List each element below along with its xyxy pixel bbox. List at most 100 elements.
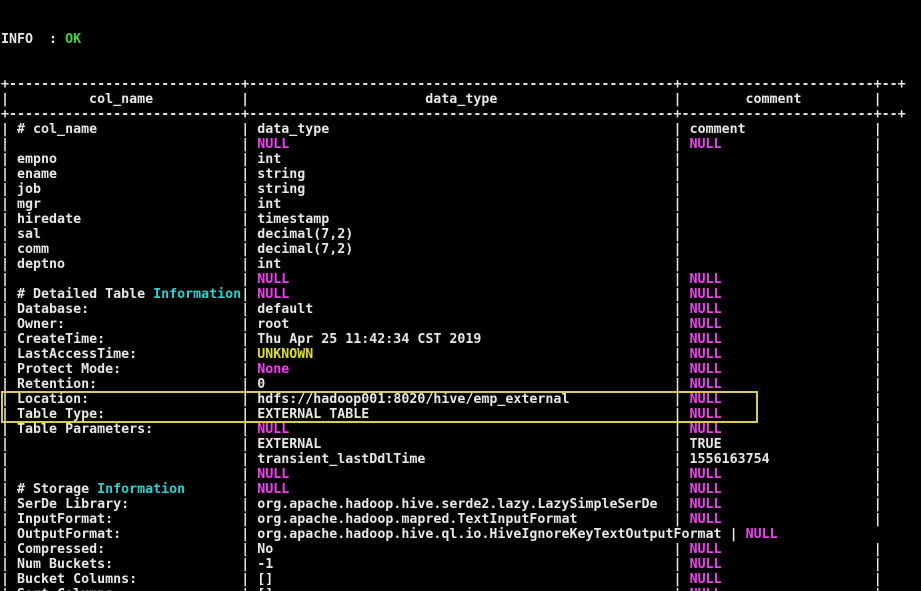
cell-text: EXTERNAL [257, 437, 321, 452]
table-row: | # Detailed Table Information| NULL | N… [1, 287, 921, 302]
cell-text: NULL [690, 407, 722, 422]
cell-text: Information [153, 287, 241, 302]
cell-text: InputFormat: [17, 512, 113, 527]
table-row: | ename | string | | [1, 167, 921, 182]
cell-text: LastAccessTime: [17, 347, 137, 362]
cell-text: None [257, 362, 289, 377]
cell-text: CreateTime: [17, 332, 105, 347]
cell-text: int [257, 257, 281, 272]
table-row: | hiredate | timestamp | | [1, 212, 921, 227]
table-row: | OutputFormat: | org.apache.hadoop.hive… [1, 527, 921, 542]
cell-text: Retention: [17, 377, 97, 392]
cell-text: comment [690, 122, 746, 137]
table-row: | Owner: | root | NULL | [1, 317, 921, 332]
cell-text: NULL [690, 137, 722, 152]
table-row: | Table Type: | EXTERNAL TABLE | NULL | [1, 407, 921, 422]
cell-text: org.apache.hadoop.hive.ql.io.HiveIgnoreK… [257, 527, 721, 542]
cell-text: Database: [17, 302, 89, 317]
cell-text: -1 [257, 557, 273, 572]
table-row: | mgr | int | | [1, 197, 921, 212]
cell-text: # Detailed Table [17, 287, 153, 302]
cell-text: Thu Apr 25 11:42:34 CST 2019 [257, 332, 481, 347]
cell-text: [] [257, 572, 273, 587]
cell-text: EXTERNAL TABLE [257, 407, 369, 422]
table-row: | deptno | int | | [1, 257, 921, 272]
cell-text: Information [97, 482, 185, 497]
table-border: +-----------------------------+---------… [1, 107, 921, 122]
table-row: | empno | int | | [1, 152, 921, 167]
log-level: INFO [1, 32, 33, 47]
cell-text: NULL [690, 572, 722, 587]
cell-text: int [257, 197, 281, 212]
cell-text: NULL [257, 137, 289, 152]
describe-table-output: +-----------------------------+---------… [1, 77, 921, 591]
cell-text: root [257, 317, 289, 332]
cell-text: # Storage [17, 482, 97, 497]
cell-text: Owner: [17, 317, 65, 332]
cell-text: Sort Columns: [17, 587, 121, 591]
log-status-ok: OK [65, 32, 81, 47]
status-line: INFO : OK [1, 32, 921, 47]
cell-text: NULL [690, 377, 722, 392]
cell-text: 0 [257, 377, 265, 392]
cell-text: NULL [690, 272, 722, 287]
cell-text: Protect Mode: [17, 362, 121, 377]
cell-text: NULL [257, 272, 289, 287]
cell-text: string [257, 167, 305, 182]
table-row: | # col_name | data_type | comment | [1, 122, 921, 137]
table-row: | sal | decimal(7,2) | | [1, 227, 921, 242]
cell-text: NULL [746, 527, 778, 542]
cell-text: NULL [690, 287, 722, 302]
cell-text: decimal(7,2) [257, 227, 353, 242]
cell-text: NULL [690, 467, 722, 482]
cell-text: NULL [690, 362, 722, 377]
cell-text: deptno [17, 257, 65, 272]
cell-text: SerDe Library: [17, 497, 129, 512]
table-row: | Num Buckets: | -1 | NULL | [1, 557, 921, 572]
cell-text: transient_lastDdlTime [257, 452, 425, 467]
table-row: | InputFormat: | org.apache.hadoop.mapre… [1, 512, 921, 527]
cell-text: comm [17, 242, 49, 257]
table-row: | Table Parameters: | NULL | NULL | [1, 422, 921, 437]
cell-text: NULL [257, 287, 289, 302]
cell-text: No [257, 542, 273, 557]
cell-text: NULL [690, 557, 722, 572]
table-row: | | transient_lastDdlTime | 1556163754 | [1, 452, 921, 467]
cell-text: ename [17, 167, 57, 182]
cell-text: decimal(7,2) [257, 242, 353, 257]
table-row: | | NULL | NULL | [1, 467, 921, 482]
cell-text: NULL [690, 332, 722, 347]
table-row: | | NULL | NULL | [1, 137, 921, 152]
table-row: | Location: | hdfs://hadoop001:8020/hive… [1, 392, 921, 407]
table-row: | Bucket Columns: | [] | NULL | [1, 572, 921, 587]
cell-text: NULL [690, 317, 722, 332]
cell-text: NULL [690, 497, 722, 512]
table-row: | Sort Columns: | [] | NULL | [1, 587, 921, 591]
cell-text: NULL [690, 392, 722, 407]
cell-text: sal [17, 227, 41, 242]
log-separator: : [33, 32, 65, 47]
cell-text: job [17, 182, 41, 197]
cell-text: NULL [690, 512, 722, 527]
table-row: | | NULL | NULL | [1, 272, 921, 287]
cell-text: # col_name [17, 122, 97, 137]
cell-text: org.apache.hadoop.mapred.TextInputFormat [257, 512, 577, 527]
cell-text: NULL [257, 422, 289, 437]
cell-text: NULL [690, 302, 722, 317]
table-row: | Retention: | 0 | NULL | [1, 377, 921, 392]
cell-text: NULL [257, 482, 289, 497]
cell-text: NULL [690, 587, 722, 591]
cell-text: UNKNOWN [257, 347, 313, 362]
table-row: | # Storage Information | NULL | NULL | [1, 482, 921, 497]
cell-text: string [257, 182, 305, 197]
cell-text: hdfs://hadoop001:8020/hive/emp_external [257, 392, 569, 407]
terminal-screen: INFO : OK +-----------------------------… [0, 0, 921, 591]
cell-text: OutputFormat: [17, 527, 121, 542]
cell-text: NULL [257, 467, 289, 482]
cell-text: 1556163754 [690, 452, 770, 467]
table-row: | Protect Mode: | None | NULL | [1, 362, 921, 377]
table-border: +-----------------------------+---------… [1, 77, 921, 92]
cell-text: empno [17, 152, 57, 167]
cell-text: data_type [257, 122, 329, 137]
table-row: | Compressed: | No | NULL | [1, 542, 921, 557]
